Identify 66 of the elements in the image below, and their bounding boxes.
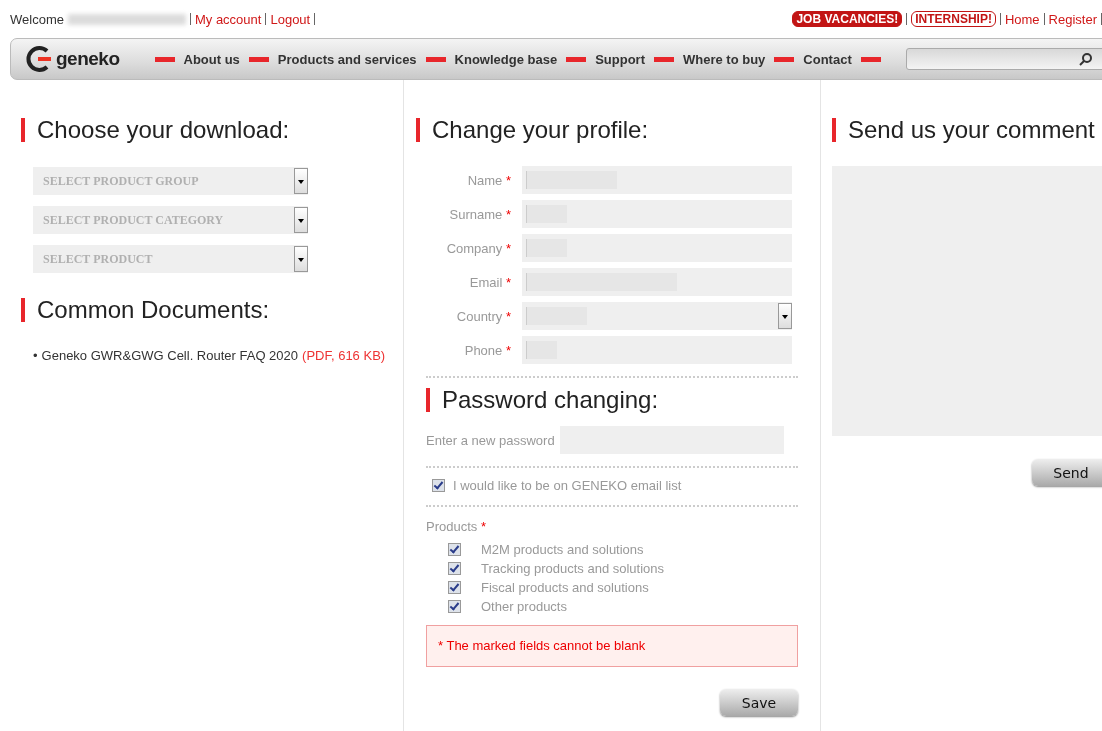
send-button[interactable]: Send — [1032, 459, 1102, 486]
header-link[interactable]: Home — [1004, 11, 1040, 27]
required-mark: * — [505, 308, 511, 324]
nav-dash-icon — [860, 56, 881, 62]
error-message: * The marked fields cannot be blank — [426, 625, 798, 667]
field-label: Enter a new password — [426, 432, 555, 448]
required-mark: * — [505, 240, 511, 256]
section-heading: Common Documents: — [21, 298, 403, 322]
logo-text: geneko — [56, 48, 120, 70]
save-button[interactable]: Save — [720, 689, 798, 716]
input-field[interactable] — [522, 268, 792, 296]
section-heading: Change your profile: — [416, 118, 798, 142]
nav-link[interactable]: Knowledge base — [454, 51, 558, 67]
badge-link[interactable]: JOB VACANCIES! — [792, 11, 903, 27]
bullet: • — [33, 348, 38, 363]
input-field[interactable] — [522, 336, 792, 364]
nav-dash-icon — [425, 56, 446, 62]
document-link[interactable]: (PDF, 616 KB) — [302, 348, 386, 363]
welcome-text: Welcome — [10, 11, 64, 27]
account-link[interactable]: Logout — [270, 11, 311, 27]
badge-link[interactable]: INTERNSHIP! — [911, 11, 996, 27]
nav-dash-icon — [566, 56, 587, 62]
nav-link[interactable]: Support — [595, 51, 645, 67]
input-field[interactable] — [522, 166, 792, 194]
checkbox[interactable] — [448, 543, 461, 556]
required-mark: * — [505, 206, 511, 222]
field-label: Email — [469, 274, 503, 290]
checkbox[interactable] — [448, 600, 461, 613]
field-label: Name — [467, 172, 503, 188]
required-mark: * — [505, 172, 511, 188]
checkbox[interactable] — [448, 562, 461, 575]
logo-icon — [25, 45, 53, 73]
nav-dash-icon — [154, 56, 175, 62]
nav-dash-icon — [774, 56, 795, 62]
input-field[interactable] — [522, 234, 792, 262]
account-link[interactable]: My account — [194, 11, 262, 27]
field-label: Company — [446, 240, 503, 256]
nav-dash-icon — [654, 56, 674, 62]
checkbox-label: Tracking products and solutions — [481, 561, 665, 576]
field-label: Phone — [464, 342, 503, 358]
checkbox-label: Other products — [481, 599, 567, 614]
header-link[interactable]: Register — [1048, 11, 1097, 27]
nav-link[interactable]: About us — [183, 51, 240, 67]
nav-dash-icon — [248, 56, 269, 62]
checkbox[interactable] — [448, 581, 461, 594]
field-label: Country — [456, 308, 503, 324]
section-heading: Choose your download: — [21, 118, 403, 142]
field-label: Surname — [449, 206, 503, 222]
document-name: Geneko GWR&GWG Cell. Router FAQ 2020 — [41, 348, 299, 363]
checkbox-label: Fiscal products and solutions — [481, 580, 649, 595]
required-mark: * — [505, 342, 511, 358]
required-mark: * — [480, 519, 486, 534]
search-field[interactable] — [905, 48, 1102, 70]
checkbox-label: M2M products and solutions — [481, 542, 644, 557]
country-select[interactable] — [522, 302, 792, 330]
section-heading: Send us your comment — [832, 118, 1102, 142]
field-label: Products — [426, 519, 478, 534]
checkbox[interactable] — [432, 479, 445, 492]
input-field[interactable] — [522, 200, 792, 228]
checkbox-label: I would like to be on GENEKO email list — [453, 478, 682, 493]
search-icon — [1078, 52, 1093, 66]
nav-link[interactable]: Products and services — [277, 51, 417, 67]
required-mark: * — [505, 274, 511, 290]
nav-link[interactable]: Contact — [803, 51, 852, 67]
nav-link[interactable]: Where to buy — [683, 51, 766, 67]
section-heading: Password changing: — [426, 388, 798, 412]
